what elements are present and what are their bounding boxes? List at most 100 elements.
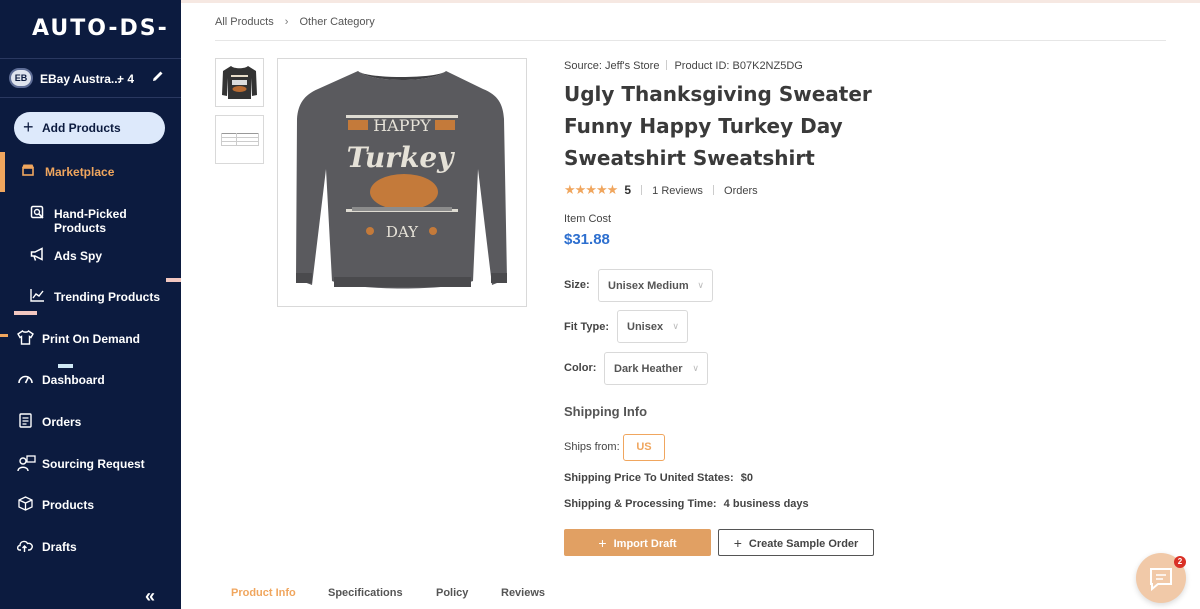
sidebar-item-dashboard[interactable]: Dashboard (0, 361, 181, 399)
sweater-text-turkey: Turkey (347, 141, 456, 174)
orders-icon (19, 413, 37, 431)
plus-icon: + (733, 534, 742, 551)
source-row: Source: Jeff's Store Product ID: B07K2NZ5… (564, 60, 803, 72)
store-name: EBay Austra... (40, 72, 121, 86)
sidebar-item-label: Sourcing Request (42, 457, 145, 471)
sidebar-item-label: Trending Products (54, 290, 161, 304)
add-products-label: Add Products (42, 121, 121, 135)
decoration (58, 364, 73, 368)
import-draft-button[interactable]: + Import Draft (564, 529, 711, 556)
color-select[interactable]: Dark Heather ∨ (604, 352, 708, 385)
sidebar-item-drafts[interactable]: Drafts (0, 528, 181, 566)
size-select-value: Unisex Medium (608, 280, 689, 292)
fit-type-select-value: Unisex (627, 321, 664, 333)
tab-product-info[interactable]: Product Info (231, 587, 296, 599)
chevron-down-icon: ∨ (692, 363, 699, 373)
chevron-right-icon: › (284, 16, 289, 28)
size-label: Size: (564, 279, 590, 291)
shirt-icon (17, 330, 35, 348)
trend-chart-icon (30, 288, 48, 306)
sidebar: AUTO-DS- EB EBay Austra... + 4 + Add Pro… (0, 0, 181, 609)
plus-icon: + (23, 117, 34, 137)
shipping-price-row: Shipping Price To United States: $0 (564, 472, 753, 484)
item-cost-label: Item Cost (564, 213, 612, 225)
store-icon (21, 163, 39, 181)
sidebar-item-marketplace[interactable]: Marketplace (0, 153, 181, 191)
create-sample-order-button[interactable]: + Create Sample Order (718, 529, 874, 556)
sidebar-item-ads-spy[interactable]: Ads Spy (0, 237, 181, 275)
fit-type-label: Fit Type: (564, 321, 610, 333)
sidebar-item-label: Orders (42, 415, 82, 429)
app-logo[interactable]: AUTO-DS- (32, 16, 169, 41)
sidebar-item-label: Drafts (42, 540, 77, 554)
chevron-down-icon: ∨ (697, 280, 704, 290)
fit-type-select[interactable]: Unisex ∨ (617, 310, 688, 343)
shipping-time-value: 4 business days (723, 498, 809, 510)
store-selector[interactable]: EB EBay Austra... + 4 (0, 58, 181, 98)
breadcrumb-all-products[interactable]: All Products (215, 16, 274, 28)
header-divider (215, 40, 1166, 41)
sidebar-item-label: Dashboard (42, 373, 105, 387)
sweater-text-day: DAY (386, 223, 419, 241)
sidebar-item-products[interactable]: Products (0, 486, 181, 524)
chevron-down-icon: ∨ (672, 321, 679, 331)
ships-from-label: Ships from: (564, 441, 620, 453)
sidebar-item-label: Hand-Picked Products (54, 207, 127, 235)
sidebar-item-orders[interactable]: Orders (0, 403, 181, 441)
decoration (0, 334, 8, 337)
sidebar-item-hand-picked-products[interactable]: Hand-Picked Products (0, 195, 181, 235)
decoration (14, 311, 37, 315)
shipping-time-row: Shipping & Processing Time: 4 business d… (564, 498, 809, 510)
sweater-text-happy: HAPPY (373, 116, 431, 135)
shipping-price-value: $0 (740, 472, 754, 484)
top-accent-line (181, 0, 1200, 3)
rating-row: ★★★★★ 5 1 Reviews Orders (564, 182, 758, 197)
store-avatar: EB (9, 68, 33, 88)
ships-from-country-button[interactable]: US (623, 434, 665, 461)
pencil-icon[interactable] (152, 70, 164, 85)
thumbnail-sweater[interactable] (215, 58, 264, 107)
sidebar-item-label: Products (42, 498, 95, 512)
breadcrumb: All Products › Other Category (215, 16, 375, 28)
collapse-sidebar-button[interactable]: « (145, 586, 155, 607)
hand-picked-icon (30, 205, 48, 223)
add-products-button[interactable]: + Add Products (14, 112, 165, 144)
sidebar-item-sourcing-request[interactable]: Sourcing Request (0, 445, 181, 483)
sourcing-icon (17, 455, 36, 473)
plus-icon: + (598, 534, 607, 551)
decoration (166, 278, 181, 282)
sidebar-item-label: Print On Demand (42, 332, 141, 346)
color-select-value: Dark Heather (614, 363, 683, 375)
sidebar-item-label: Ads Spy (54, 249, 103, 263)
breadcrumb-current[interactable]: Other Category (300, 16, 375, 28)
notification-badge: 2 (1174, 556, 1186, 568)
star-rating-icon: ★★★★★ (564, 182, 618, 197)
size-select[interactable]: Unisex Medium ∨ (598, 269, 713, 302)
tab-specifications[interactable]: Specifications (328, 587, 403, 599)
rating-value: 5 (624, 183, 632, 197)
create-sample-order-label: Create Sample Order (748, 537, 859, 550)
megaphone-icon (30, 247, 48, 265)
color-label: Color: (564, 362, 597, 374)
sidebar-item-print-on-demand[interactable]: Print On Demand (0, 320, 181, 358)
shipping-info-heading: Shipping Info (564, 404, 648, 419)
sidebar-item-label: Marketplace (45, 165, 115, 179)
tab-policy[interactable]: Policy (436, 587, 468, 599)
gauge-icon (17, 371, 35, 389)
item-cost-value: $31.88 (564, 231, 610, 248)
reviews-count[interactable]: 1 Reviews (652, 185, 703, 197)
orders-count: Orders (724, 185, 758, 197)
product-title: Ugly Thanksgiving Sweater Funny Happy Tu… (564, 82, 872, 170)
cloud-upload-icon (16, 538, 34, 556)
product-id: Product ID: B07K2NZ5DG (674, 60, 803, 72)
sweater-illustration: HAPPY Turkey DAY (296, 71, 507, 289)
store-extra-count: + 4 (117, 72, 135, 86)
shipping-price-label: Shipping Price To United States: (564, 472, 734, 484)
product-main-image[interactable]: HAPPY Turkey DAY (277, 58, 527, 307)
import-draft-label: Import Draft (613, 537, 677, 550)
shipping-time-label: Shipping & Processing Time: (564, 498, 717, 510)
product-source[interactable]: Source: Jeff's Store (564, 60, 659, 72)
box-icon (18, 496, 36, 514)
thumbnail-size-chart[interactable] (215, 115, 264, 164)
tab-reviews[interactable]: Reviews (501, 587, 545, 599)
